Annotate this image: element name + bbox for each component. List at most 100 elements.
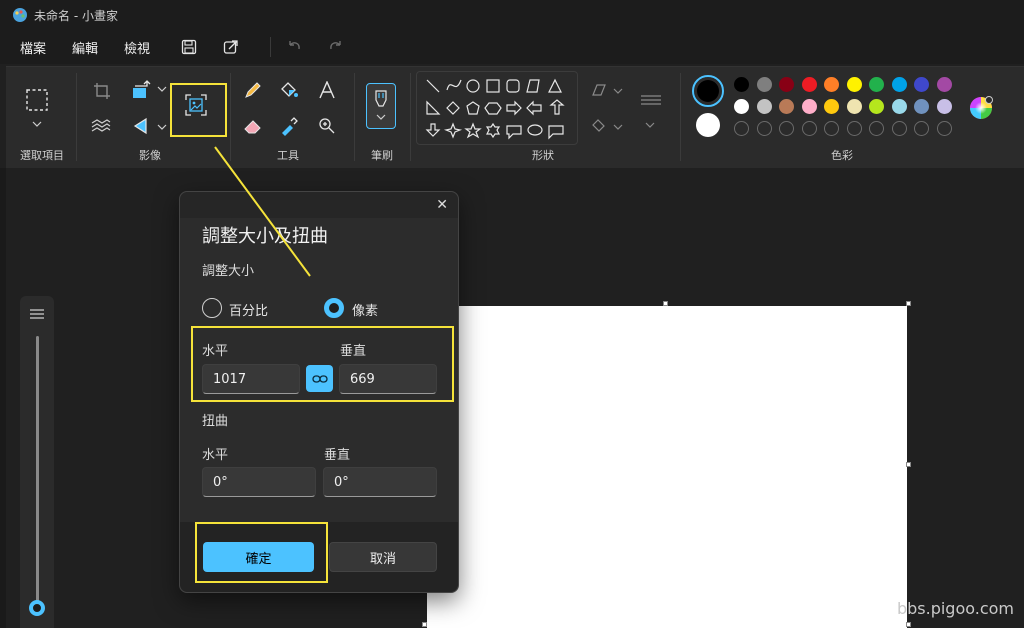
chevron-down-icon[interactable] xyxy=(30,117,44,131)
menu-edit[interactable]: 編輯 xyxy=(72,38,98,57)
edit-colors-icon[interactable] xyxy=(968,95,994,121)
custom-color-slot[interactable] xyxy=(891,121,907,136)
color-swatch[interactable] xyxy=(734,77,749,92)
custom-color-slot[interactable] xyxy=(869,121,884,136)
menu-file[interactable]: 檔案 xyxy=(20,38,46,57)
radio-percent[interactable] xyxy=(202,298,222,318)
resize-handle[interactable] xyxy=(906,622,911,627)
skew-horizontal-input[interactable]: 0° xyxy=(202,467,316,497)
color-swatch[interactable] xyxy=(824,99,839,114)
resize-handle[interactable] xyxy=(906,301,911,306)
color-swatch[interactable] xyxy=(891,99,907,114)
zoom-slider-track[interactable] xyxy=(36,336,39,612)
text-icon[interactable] xyxy=(316,79,338,101)
watermark-text: bbs.pigoo.com xyxy=(896,599,1014,618)
ribbon-separator xyxy=(410,73,411,161)
line-size-icon[interactable] xyxy=(638,91,664,111)
resize-handle[interactable] xyxy=(906,462,911,467)
radio-pixels-label: 像素 xyxy=(352,304,379,319)
radio-percent-label: 百分比 xyxy=(229,304,269,319)
custom-color-slot[interactable] xyxy=(801,121,817,136)
chevron-down-icon[interactable] xyxy=(156,83,168,95)
custom-color-slot[interactable] xyxy=(756,121,772,136)
color-swatch[interactable] xyxy=(734,99,749,114)
chevron-down-icon[interactable] xyxy=(644,119,656,131)
radio-pixels[interactable] xyxy=(324,298,344,318)
color-swatch[interactable] xyxy=(936,77,952,92)
color-swatch[interactable] xyxy=(869,77,884,92)
shapes-gallery[interactable] xyxy=(416,71,578,145)
cancel-button[interactable]: 取消 xyxy=(329,542,437,572)
color-picker-icon[interactable] xyxy=(278,115,300,137)
ribbon-toolbar: 選取項目 影像 工具 筆刷 形狀 色彩 xyxy=(6,66,1024,168)
primary-color-swatch[interactable] xyxy=(692,75,724,107)
chevron-down-icon[interactable] xyxy=(612,121,624,133)
shape-fill-icon[interactable] xyxy=(590,117,608,135)
chevron-down-icon[interactable] xyxy=(156,121,168,133)
color-swatch[interactable] xyxy=(756,99,772,114)
shape-outline-icon[interactable] xyxy=(590,81,608,99)
drawing-canvas[interactable] xyxy=(427,306,907,628)
secondary-color-swatch[interactable] xyxy=(696,113,720,137)
chevron-down-icon[interactable] xyxy=(612,85,624,97)
dialog-title: 調整大小及扭曲 xyxy=(202,226,328,247)
undo-icon[interactable] xyxy=(281,34,307,60)
crop-icon[interactable] xyxy=(92,81,112,101)
group-label-selection: 選取項目 xyxy=(20,149,64,162)
menu-view[interactable]: 檢視 xyxy=(124,38,150,57)
brushes-button[interactable] xyxy=(366,83,396,129)
group-label-colors: 色彩 xyxy=(831,149,853,162)
resize-section-label: 調整大小 xyxy=(202,264,255,279)
zoom-slider-thumb[interactable] xyxy=(29,600,45,616)
fill-bucket-icon[interactable] xyxy=(278,79,300,101)
flip-icon[interactable] xyxy=(130,115,154,137)
close-icon[interactable]: ✕ xyxy=(436,197,448,213)
custom-color-slot[interactable] xyxy=(734,121,749,136)
color-swatch[interactable] xyxy=(891,77,907,92)
window-title: 未命名 - 小畫家 xyxy=(34,8,118,23)
color-swatch[interactable] xyxy=(824,77,839,92)
paint-app-icon xyxy=(13,8,27,22)
skew-vertical-input[interactable]: 0° xyxy=(323,467,437,497)
color-swatch[interactable] xyxy=(846,99,862,114)
custom-color-slot[interactable] xyxy=(779,121,794,136)
color-swatch[interactable] xyxy=(869,99,884,114)
ribbon-separator xyxy=(354,73,355,161)
eraser-icon[interactable] xyxy=(242,115,264,137)
save-icon[interactable] xyxy=(176,34,202,60)
group-label-shapes: 形狀 xyxy=(532,149,554,162)
pencil-icon[interactable] xyxy=(242,79,264,101)
group-label-tools: 工具 xyxy=(277,149,299,162)
share-icon[interactable] xyxy=(218,34,244,60)
resize-image-icon[interactable] xyxy=(130,79,154,101)
color-swatch[interactable] xyxy=(779,99,794,114)
zoom-slider-panel xyxy=(20,296,54,628)
background-removal-icon[interactable] xyxy=(90,117,112,135)
color-swatch[interactable] xyxy=(914,77,929,92)
color-swatch[interactable] xyxy=(801,99,817,114)
left-edge xyxy=(0,168,6,628)
menu-separator xyxy=(270,37,272,57)
color-swatch[interactable] xyxy=(801,77,817,92)
resize-handle[interactable] xyxy=(422,622,427,627)
custom-color-slot[interactable] xyxy=(914,121,929,136)
ribbon-separator xyxy=(680,73,681,161)
menu-bar: 檔案 編輯 檢視 xyxy=(0,30,1024,64)
group-label-brushes: 筆刷 xyxy=(371,149,393,162)
skew-vertical-label: 垂直 xyxy=(324,448,351,463)
resize-handle[interactable] xyxy=(663,301,668,306)
skew-section-label: 扭曲 xyxy=(202,414,229,429)
custom-color-slot[interactable] xyxy=(846,121,862,136)
custom-color-slot[interactable] xyxy=(824,121,839,136)
shapes-gallery-icon xyxy=(425,78,565,140)
color-swatch[interactable] xyxy=(936,99,952,114)
color-swatch[interactable] xyxy=(756,77,772,92)
select-rectangle-icon[interactable] xyxy=(24,87,50,113)
color-swatch[interactable] xyxy=(779,77,794,92)
redo-icon[interactable] xyxy=(323,34,349,60)
custom-color-slot[interactable] xyxy=(936,121,952,136)
color-swatch[interactable] xyxy=(846,77,862,92)
dialog-header xyxy=(180,192,458,218)
magnifier-icon[interactable] xyxy=(316,115,338,137)
color-swatch[interactable] xyxy=(914,99,929,114)
